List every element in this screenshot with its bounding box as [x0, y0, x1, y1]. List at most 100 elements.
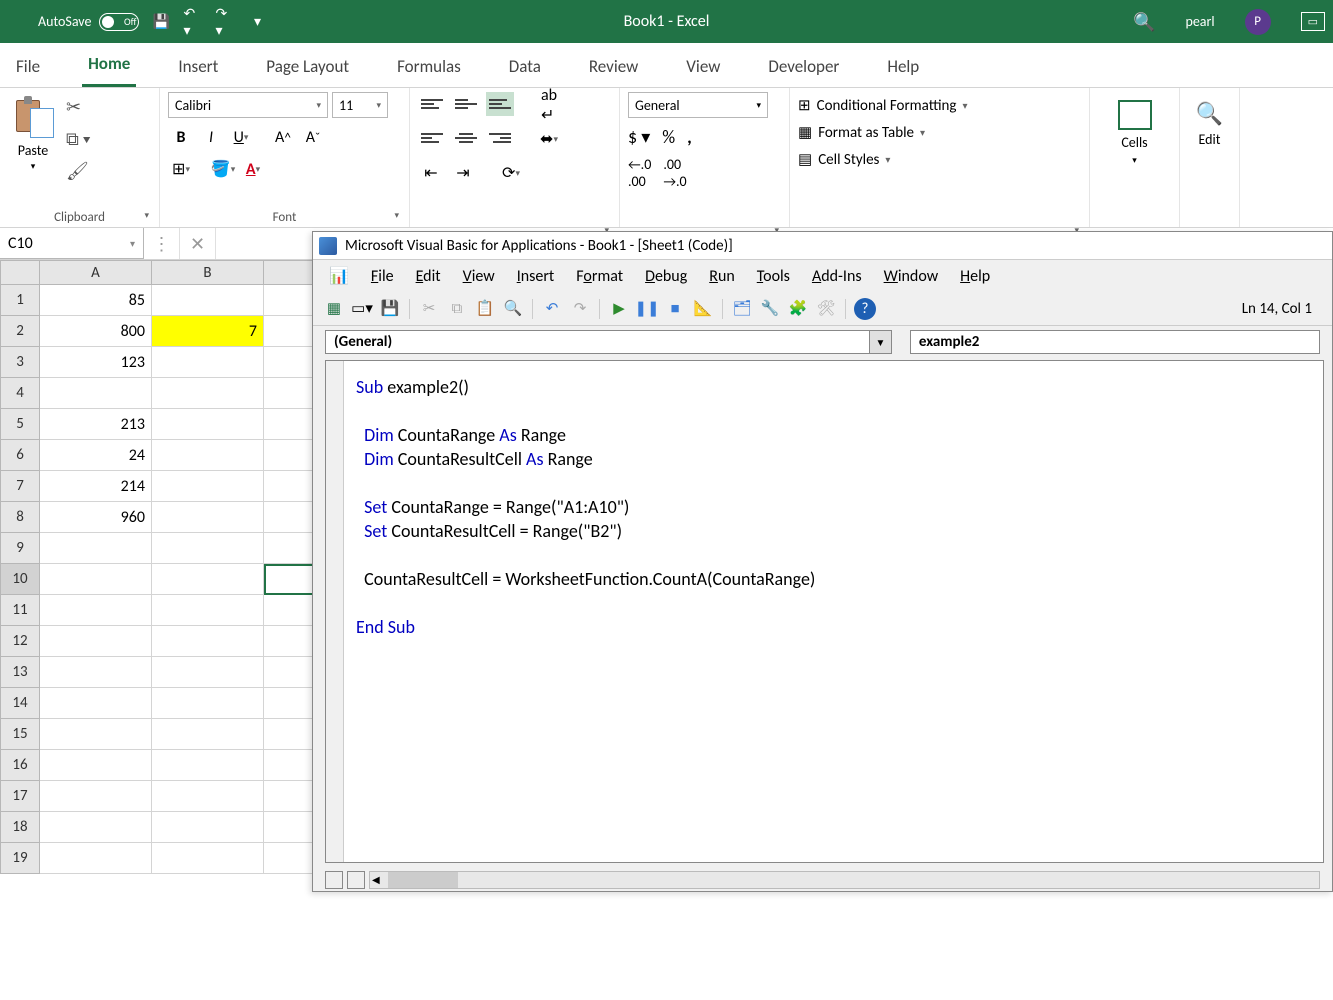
search-icon[interactable]: 🔍 [1133, 11, 1155, 33]
vba-code-editor[interactable]: Sub example2() Dim CountaRange As Range … [325, 360, 1324, 863]
vba-run-icon[interactable]: ▶ [608, 298, 630, 320]
vba-menu-insert[interactable]: Insert [517, 267, 555, 286]
cell[interactable] [152, 533, 264, 564]
cell[interactable] [152, 409, 264, 440]
cell[interactable]: 123 [40, 347, 152, 378]
editing-button[interactable]: 🔍 Edit [1188, 92, 1231, 227]
bold-button[interactable]: B [168, 124, 194, 150]
undo-icon[interactable]: ↶ ▾ [183, 12, 203, 32]
vba-cut-icon[interactable]: ✂ [418, 298, 440, 320]
row-header[interactable]: 11 [0, 595, 40, 626]
tab-file[interactable]: File [10, 56, 46, 87]
vba-menu-debug[interactable]: Debug [645, 267, 687, 286]
increase-decimal-icon[interactable]: ←.0.00 [628, 156, 651, 190]
vba-save-icon[interactable]: 💾 [379, 298, 401, 320]
italic-button[interactable]: I [198, 124, 224, 150]
wrap-text-icon[interactable]: ab↵ [536, 92, 562, 118]
align-top-icon[interactable] [418, 92, 446, 116]
cell[interactable] [152, 564, 264, 595]
vba-hscrollbar[interactable] [369, 871, 1320, 889]
vba-menu-format[interactable]: Format [576, 267, 623, 286]
cell[interactable] [40, 843, 152, 874]
vba-menu-run[interactable]: Run [709, 267, 735, 286]
cell[interactable] [152, 347, 264, 378]
tab-page-layout[interactable]: Page Layout [260, 56, 355, 87]
tab-help[interactable]: Help [881, 56, 925, 87]
cell[interactable] [40, 688, 152, 719]
customize-qat-icon[interactable]: ▾ [247, 12, 267, 32]
row-header[interactable]: 12 [0, 626, 40, 657]
tab-developer[interactable]: Developer [762, 56, 845, 87]
cell[interactable]: 214 [40, 471, 152, 502]
tab-insert[interactable]: Insert [172, 56, 224, 87]
percent-icon[interactable]: % [662, 126, 675, 148]
align-left-icon[interactable] [418, 126, 446, 150]
user-avatar[interactable]: P [1245, 9, 1271, 35]
conditional-formatting-button[interactable]: ⊞ Conditional Formatting [798, 92, 1081, 119]
align-middle-icon[interactable] [452, 92, 480, 116]
cell[interactable] [152, 781, 264, 812]
vba-object-browser-icon[interactable]: 🧩 [787, 298, 809, 320]
align-center-icon[interactable] [452, 126, 480, 150]
decrease-indent-icon[interactable]: ⇤ [418, 160, 444, 186]
cell[interactable]: 7 [152, 316, 264, 347]
row-header[interactable]: 14 [0, 688, 40, 719]
cell[interactable] [152, 440, 264, 471]
cell[interactable]: 800 [40, 316, 152, 347]
cell[interactable] [152, 812, 264, 843]
row-header[interactable]: 17 [0, 781, 40, 812]
vba-paste-icon[interactable]: 📋 [474, 298, 496, 320]
cell[interactable] [40, 657, 152, 688]
row-header[interactable]: 8 [0, 502, 40, 533]
row-header[interactable]: 19 [0, 843, 40, 874]
cell[interactable]: 85 [40, 285, 152, 316]
ribbon-display-icon[interactable]: ▭ [1301, 12, 1325, 31]
orientation-icon[interactable]: ⟳ [498, 160, 524, 186]
autosave-toggle[interactable]: AutoSave Off [38, 13, 139, 31]
vba-menu-view[interactable]: View [463, 267, 495, 286]
cell-styles-button[interactable]: ▤ Cell Styles [798, 146, 1081, 173]
underline-button[interactable]: U [228, 124, 254, 150]
cell[interactable] [152, 688, 264, 719]
vba-menu-edit[interactable]: Edit [416, 267, 441, 286]
vba-titlebar[interactable]: Microsoft Visual Basic for Applications … [313, 232, 1332, 260]
col-header-a[interactable]: A [40, 260, 152, 285]
cell[interactable]: 24 [40, 440, 152, 471]
row-header[interactable]: 10 [0, 564, 40, 595]
tab-formulas[interactable]: Formulas [391, 56, 467, 87]
vba-excel-button[interactable]: ▦ [323, 298, 345, 320]
vba-reset-icon[interactable]: ■ [664, 298, 686, 320]
cell[interactable]: 960 [40, 502, 152, 533]
vba-redo-icon[interactable]: ↷ [569, 298, 591, 320]
cell[interactable] [152, 719, 264, 750]
cancel-icon[interactable]: ✕ [180, 228, 216, 259]
row-header[interactable]: 5 [0, 409, 40, 440]
tab-data[interactable]: Data [503, 56, 547, 87]
cell[interactable] [152, 843, 264, 874]
comma-icon[interactable]: , [687, 126, 692, 148]
col-header-b[interactable]: B [152, 260, 264, 285]
increase-indent-icon[interactable]: ⇥ [450, 160, 476, 186]
tab-view[interactable]: View [680, 56, 726, 87]
vba-menu-window[interactable]: Window [884, 267, 939, 286]
row-header[interactable]: 7 [0, 471, 40, 502]
cell[interactable] [40, 378, 152, 409]
fx-expand-icon[interactable]: ⋮ [144, 228, 180, 259]
cell[interactable] [40, 595, 152, 626]
vba-menu-help[interactable]: Help [960, 267, 990, 286]
cell[interactable] [152, 285, 264, 316]
vba-procedure-view-icon[interactable] [325, 871, 343, 889]
name-box[interactable]: C10 [0, 228, 144, 259]
borders-button[interactable]: ⊞ [168, 156, 194, 182]
vba-menu-file[interactable]: File [371, 267, 394, 286]
increase-font-icon[interactable]: A^ [270, 124, 296, 150]
save-icon[interactable]: 💾 [151, 12, 171, 32]
cell[interactable] [152, 657, 264, 688]
cell[interactable] [40, 719, 152, 750]
vba-procedure-dropdown[interactable]: example2 [910, 330, 1320, 354]
user-name[interactable]: pearl [1185, 13, 1214, 30]
row-header[interactable]: 3 [0, 347, 40, 378]
copy-icon[interactable]: ⧉ ▾ [66, 128, 90, 150]
paste-button[interactable]: Paste ▾ [8, 92, 58, 176]
format-as-table-button[interactable]: ▦ Format as Table [798, 119, 1081, 146]
